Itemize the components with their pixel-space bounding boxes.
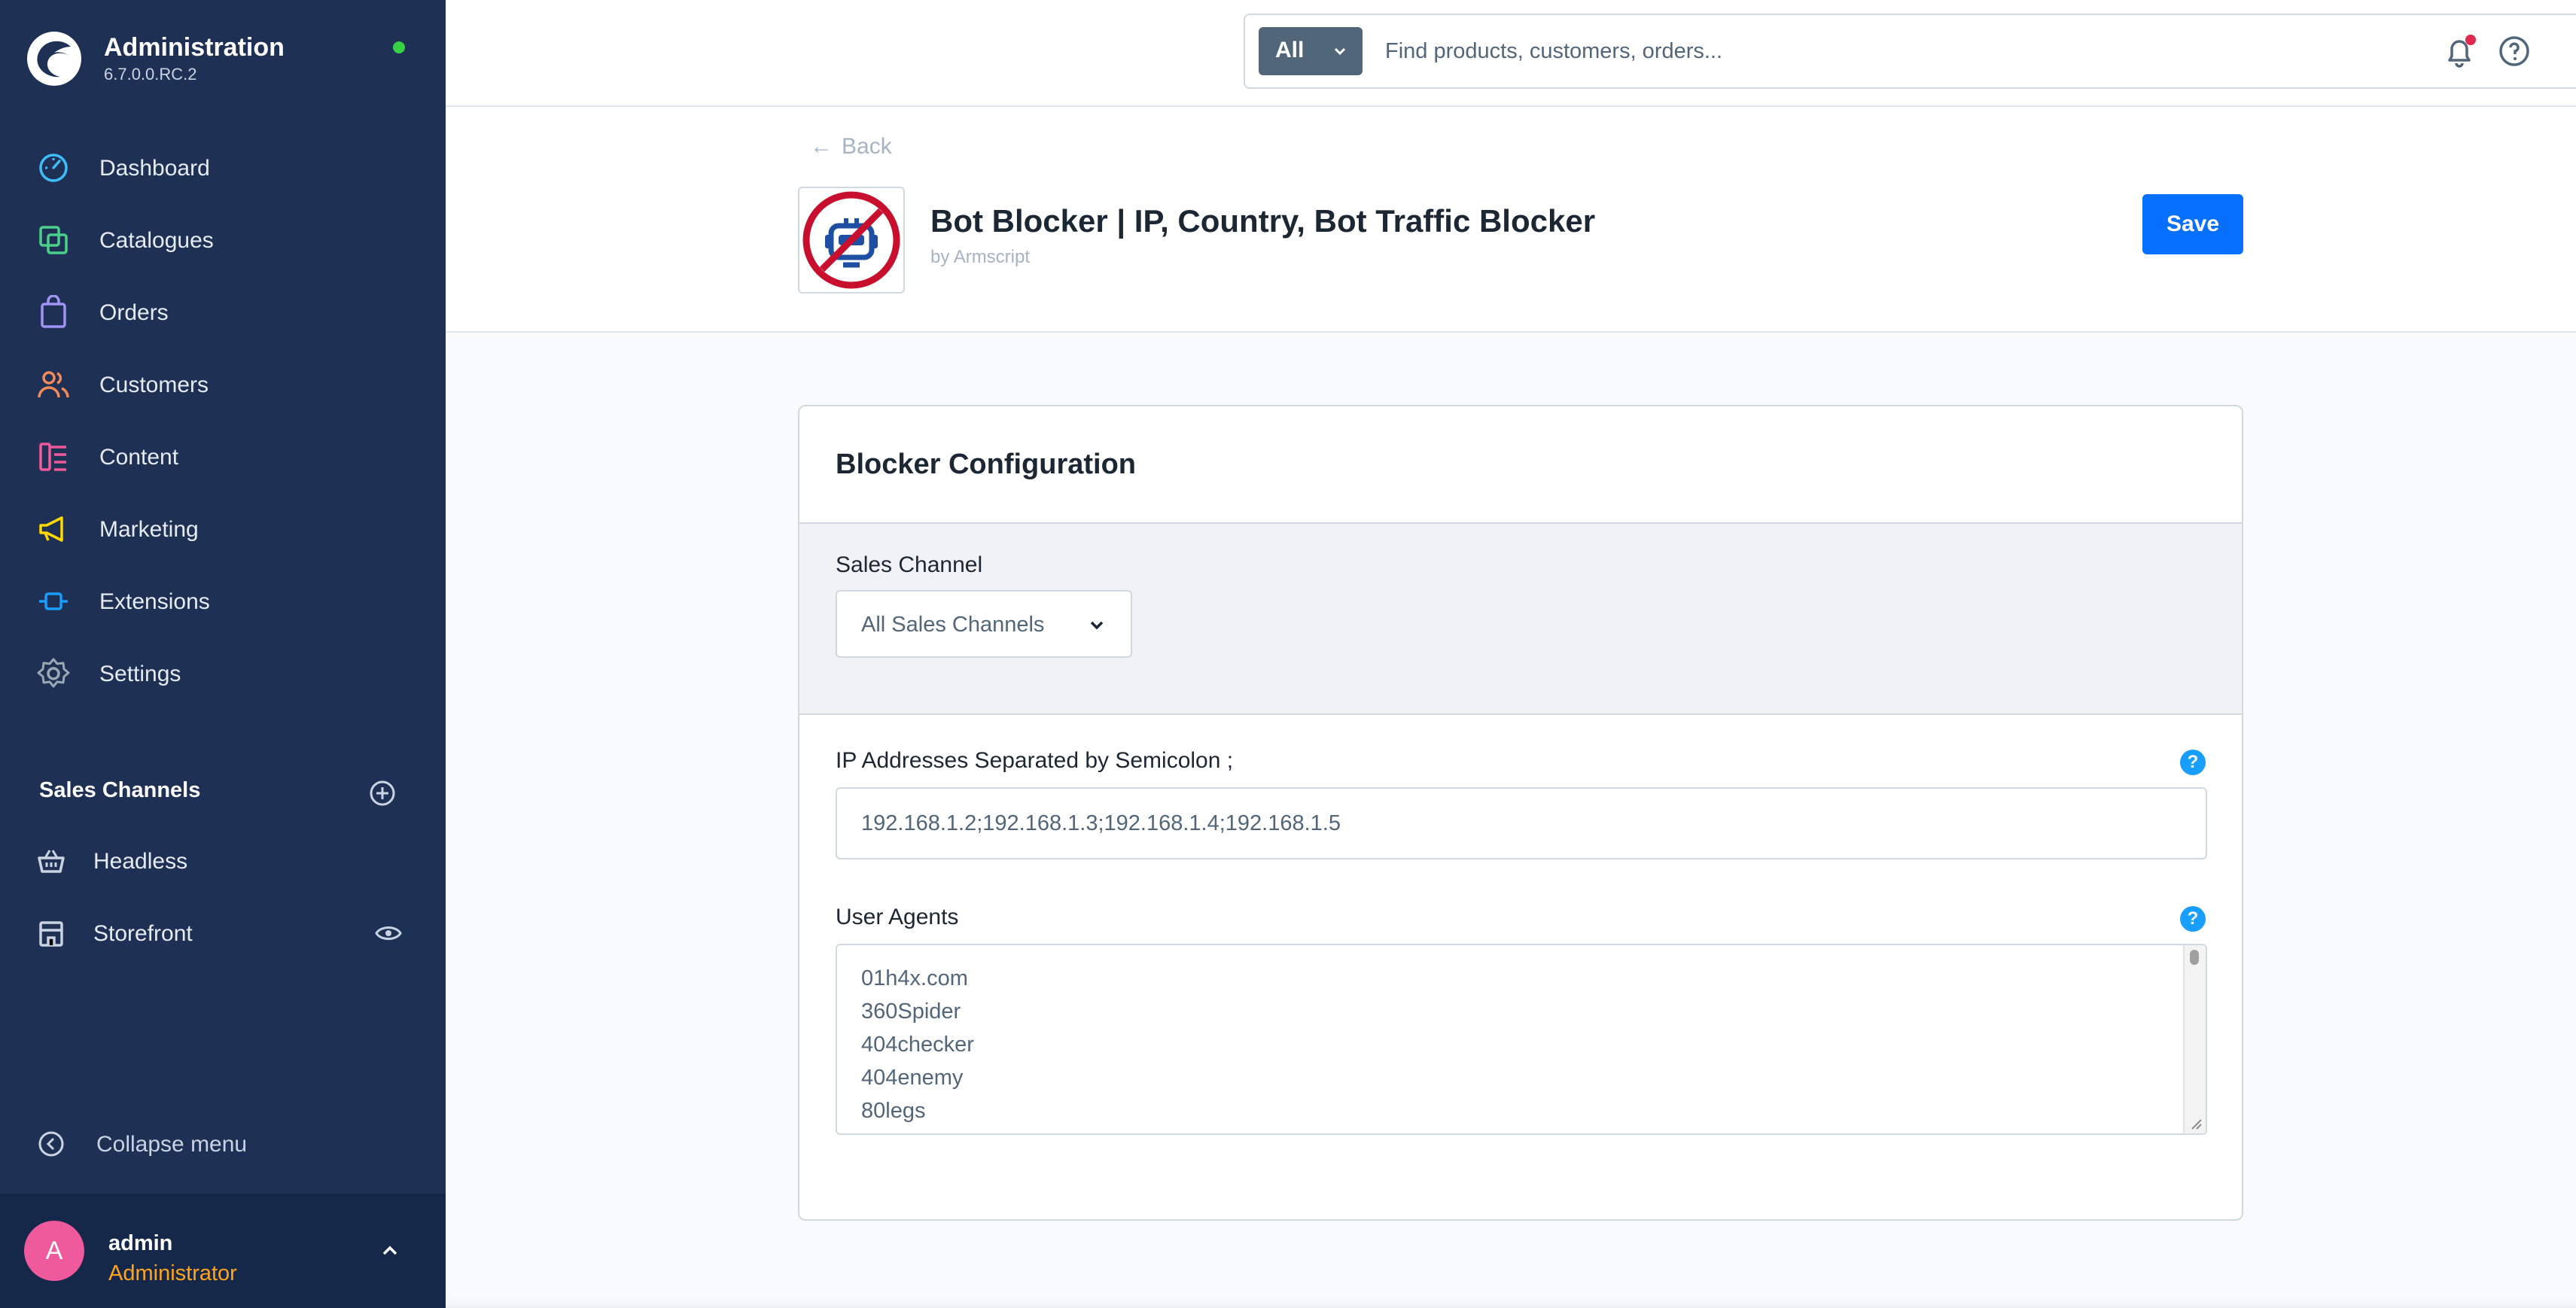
nav-item-label: Customers xyxy=(99,373,209,397)
collapse-menu-label: Collapse menu xyxy=(96,1132,248,1157)
chevron-down-icon xyxy=(1334,47,1346,56)
arrow-left-icon: ← xyxy=(810,134,833,159)
basket-icon xyxy=(38,850,65,873)
ip-addresses-label: IP Addresses Separated by Semicolon ; xyxy=(836,748,1234,773)
scroll-thumb[interactable] xyxy=(2190,950,2199,965)
marketing-icon xyxy=(39,516,63,542)
nav-item-settings[interactable]: Settings xyxy=(0,643,446,704)
chevron-up-icon[interactable] xyxy=(376,1237,403,1264)
avatar: A xyxy=(24,1221,84,1281)
sales-channel-storefront[interactable]: Storefront xyxy=(0,903,446,963)
sidebar: Administration 6.7.0.0.RC.2 Dashboard Ca… xyxy=(0,0,446,1308)
nav-item-customers[interactable]: Customers xyxy=(0,354,446,415)
user-agent-line: 360Spider xyxy=(861,999,961,1024)
sales-channel-label: Storefront xyxy=(93,921,193,946)
sales-channels-title: Sales Channels xyxy=(39,778,201,802)
user-agent-line: 80legs xyxy=(861,1099,926,1123)
app-name: Administration xyxy=(104,33,285,62)
user-name: admin xyxy=(108,1231,173,1255)
customers-icon xyxy=(38,371,69,398)
dashboard-icon xyxy=(39,154,68,182)
save-button[interactable]: Save xyxy=(2142,194,2243,254)
sidebar-header: Administration 6.7.0.0.RC.2 xyxy=(0,0,446,120)
top-bar: All xyxy=(446,0,2576,107)
search-input[interactable] xyxy=(1385,30,2576,72)
settings-icon xyxy=(37,658,70,688)
chevron-left-circle-icon xyxy=(38,1131,64,1157)
orders-icon xyxy=(41,295,66,328)
search-type-dropdown[interactable]: All xyxy=(1259,27,1363,75)
eye-icon[interactable] xyxy=(373,920,403,947)
content-icon xyxy=(39,443,66,471)
storefront-icon xyxy=(39,921,63,947)
card-title: Blocker Configuration xyxy=(836,449,1137,480)
user-agents-help-icon[interactable]: ? xyxy=(2180,906,2206,932)
search-type-label: All xyxy=(1275,38,1305,62)
nav-item-label: Catalogues xyxy=(99,228,214,253)
resize-handle-icon[interactable] xyxy=(2186,1114,2203,1130)
back-label: Back xyxy=(842,134,892,159)
user-agents-textarea[interactable]: 01h4x.com 360Spider 404checker 404enemy … xyxy=(836,944,2207,1135)
user-menu[interactable]: A admin Administrator xyxy=(0,1194,446,1308)
user-agent-line: 404enemy xyxy=(861,1066,964,1090)
page-title: Bot Blocker | IP, Country, Bot Traffic B… xyxy=(930,203,1596,239)
user-role: Administrator xyxy=(108,1261,237,1285)
sales-channel-section: Sales Channel All Sales Channels xyxy=(799,524,2242,715)
nav-item-label: Settings xyxy=(99,662,181,686)
shopware-logo-icon[interactable] xyxy=(26,30,83,87)
nav-item-marketing[interactable]: Marketing xyxy=(0,499,446,559)
user-agents-label: User Agents xyxy=(836,905,959,929)
page-header: ← Back Bot Blocker | IP, Country, Bot Tr… xyxy=(446,107,2576,333)
plugin-author: by Armscript xyxy=(930,247,1031,267)
sales-channel-headless[interactable]: Headless xyxy=(0,831,446,891)
ip-help-icon[interactable]: ? xyxy=(2180,750,2206,775)
add-sales-channel-icon[interactable] xyxy=(367,778,397,808)
page-bottom-edge xyxy=(446,1299,2576,1308)
nav-item-label: Content xyxy=(99,445,179,470)
chevron-down-icon xyxy=(1090,621,1104,630)
global-search: All xyxy=(1244,14,2576,89)
blocker-configuration-card: Blocker Configuration Sales Channel All … xyxy=(798,405,2243,1221)
collapse-menu-button[interactable]: Collapse menu xyxy=(0,1114,446,1174)
sales-channel-label: Headless xyxy=(93,849,188,874)
user-agent-line: 01h4x.com xyxy=(861,966,968,990)
bot-blocked-icon xyxy=(802,191,900,289)
nav-item-extensions[interactable]: Extensions xyxy=(0,571,446,631)
sales-channel-select[interactable]: All Sales Channels xyxy=(836,590,1132,658)
catalogue-icon xyxy=(39,226,68,254)
nav-item-label: Extensions xyxy=(99,589,210,614)
back-link[interactable]: ← Back xyxy=(810,134,892,160)
nav-item-content[interactable]: Content xyxy=(0,427,446,487)
nav-item-label: Marketing xyxy=(99,517,199,542)
extensions-icon xyxy=(39,592,68,610)
sales-channel-value: All Sales Channels xyxy=(861,613,1045,637)
user-agent-line: 404checker xyxy=(861,1033,974,1057)
nav-item-catalogues[interactable]: Catalogues xyxy=(0,210,446,270)
nav-item-orders[interactable]: Orders xyxy=(0,282,446,342)
help-icon[interactable] xyxy=(2498,35,2531,68)
textarea-scrollbar[interactable] xyxy=(2183,945,2206,1133)
nav-item-label: Dashboard xyxy=(99,156,210,181)
sales-channel-label: Sales Channel xyxy=(836,552,983,577)
notification-badge xyxy=(2465,35,2476,45)
plugin-icon xyxy=(798,187,905,294)
ip-addresses-field[interactable]: 192.168.1.2;192.168.1.3;192.168.1.4;192.… xyxy=(836,787,2207,859)
status-indicator xyxy=(393,41,405,53)
nav-item-dashboard[interactable]: Dashboard xyxy=(0,138,446,198)
ip-addresses-value: 192.168.1.2;192.168.1.3;192.168.1.4;192.… xyxy=(861,811,1341,835)
nav-item-label: Orders xyxy=(99,300,169,325)
app-version: 6.7.0.0.RC.2 xyxy=(104,65,197,84)
